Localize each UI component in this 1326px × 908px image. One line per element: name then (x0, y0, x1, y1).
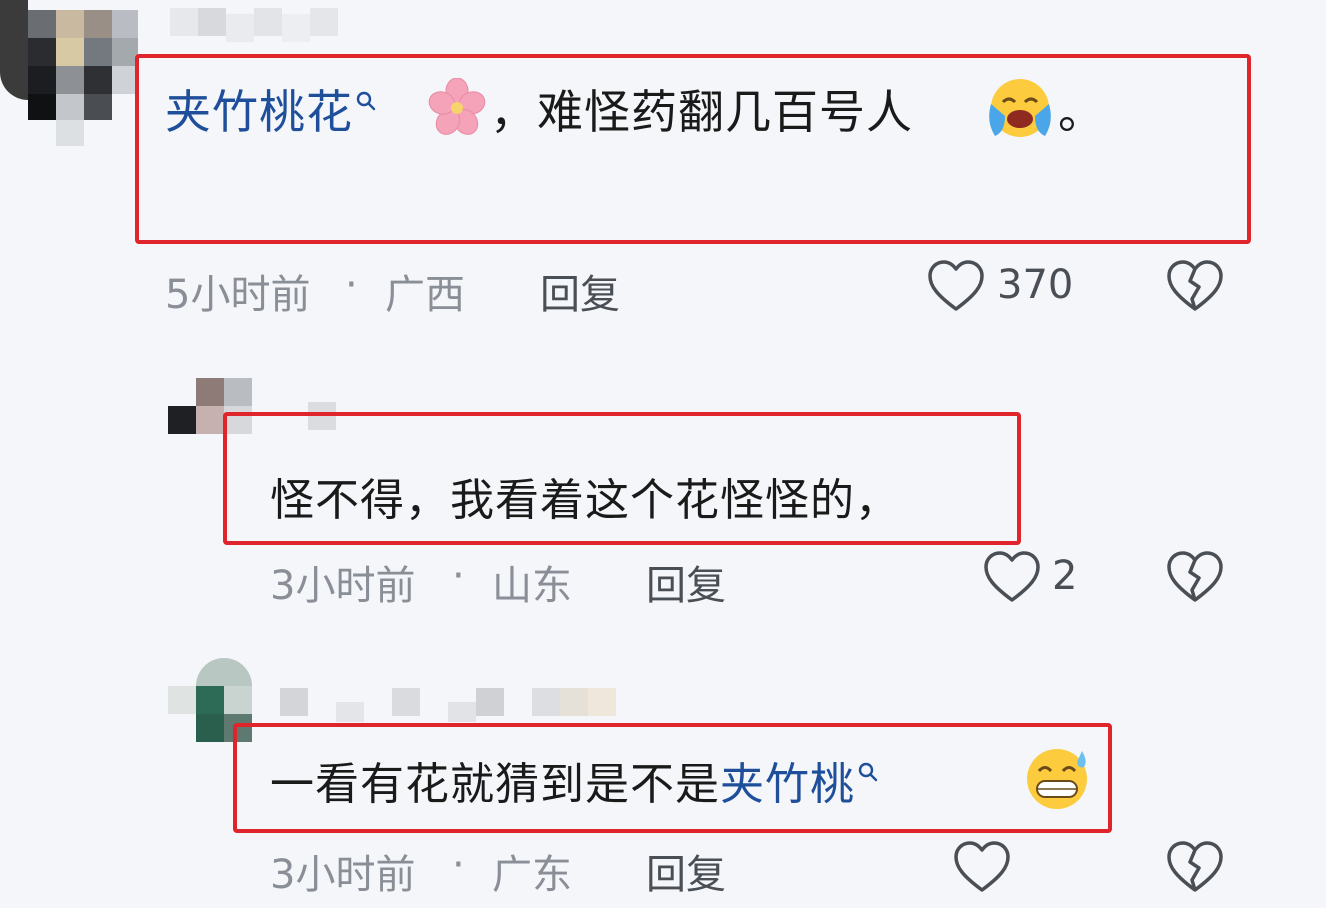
search-icon[interactable] (355, 90, 377, 117)
like-count: 2 (1052, 553, 1078, 599)
search-link[interactable]: 夹竹桃 (720, 759, 855, 810)
like-count: 370 (997, 262, 1074, 308)
comment-body: 一看有花就猜到是不是 (270, 759, 720, 810)
end-punct: 。 (1058, 85, 1105, 139)
search-icon[interactable] (857, 761, 879, 788)
comment-time: 3小时前 (270, 852, 416, 898)
username[interactable] (170, 8, 340, 48)
heart-icon[interactable] (953, 840, 1011, 894)
comment-location: 广东 (492, 852, 572, 898)
broken-heart-icon[interactable] (1166, 550, 1224, 604)
separator-dot: · (345, 262, 358, 308)
reply-button[interactable]: 回复 (646, 553, 726, 611)
heart-icon[interactable] (927, 259, 985, 313)
broken-heart-icon[interactable] (1166, 840, 1224, 894)
search-link[interactable]: 夹竹桃花 (165, 85, 353, 139)
heart-icon[interactable] (983, 550, 1041, 604)
avatar[interactable] (0, 0, 140, 150)
broken-heart-icon[interactable] (1166, 259, 1224, 313)
comment-location: 广西 (385, 272, 465, 318)
comment-body: ，难怪药翻几百号人 (490, 85, 913, 139)
separator-dot: · (452, 842, 465, 888)
reply-button[interactable]: 回复 (540, 262, 620, 320)
comment-time: 5小时前 (165, 272, 311, 318)
comment-text: 夹竹桃花 (165, 76, 377, 142)
comment-location: 山东 (492, 563, 572, 609)
reply-button[interactable]: 回复 (646, 842, 726, 900)
comment-time: 3小时前 (270, 563, 416, 609)
cherry-blossom-icon (428, 78, 486, 135)
comment-text: 一看有花就猜到是不是夹竹桃 (270, 748, 879, 812)
grinning-sweat-face-icon (1027, 749, 1087, 809)
loudly-crying-face-icon (989, 79, 1051, 137)
username[interactable] (280, 688, 620, 728)
separator-dot: · (452, 553, 465, 599)
comment-body: 怪不得，我看着这个花怪怪的， (270, 475, 900, 526)
